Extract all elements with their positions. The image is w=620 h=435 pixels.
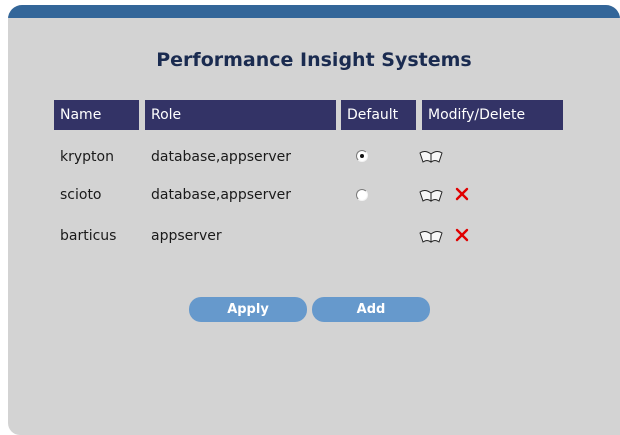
system-role: database,appserver: [151, 149, 292, 165]
panel-top-bar: [8, 5, 620, 18]
modify-book-icon[interactable]: [419, 189, 443, 203]
modify-book-icon[interactable]: [419, 230, 443, 244]
systems-panel: Performance Insight Systems Name Role De…: [8, 5, 620, 435]
delete-x-icon[interactable]: [455, 187, 469, 201]
system-name: barticus: [60, 228, 117, 244]
default-radio[interactable]: [356, 189, 368, 201]
apply-button[interactable]: Apply: [189, 297, 307, 322]
system-name: scioto: [60, 187, 102, 203]
column-header-name: Name: [54, 100, 139, 130]
column-header-role: Role: [145, 100, 336, 130]
system-name: krypton: [60, 149, 114, 165]
page-title: Performance Insight Systems: [156, 49, 472, 71]
system-role: database,appserver: [151, 187, 292, 203]
add-button[interactable]: Add: [312, 297, 430, 322]
column-header-modify-delete: Modify/Delete: [422, 100, 563, 130]
modify-book-icon[interactable]: [419, 150, 443, 164]
delete-x-icon[interactable]: [455, 228, 469, 242]
system-role: appserver: [151, 228, 222, 244]
default-radio[interactable]: [356, 150, 368, 162]
column-header-default: Default: [341, 100, 416, 130]
